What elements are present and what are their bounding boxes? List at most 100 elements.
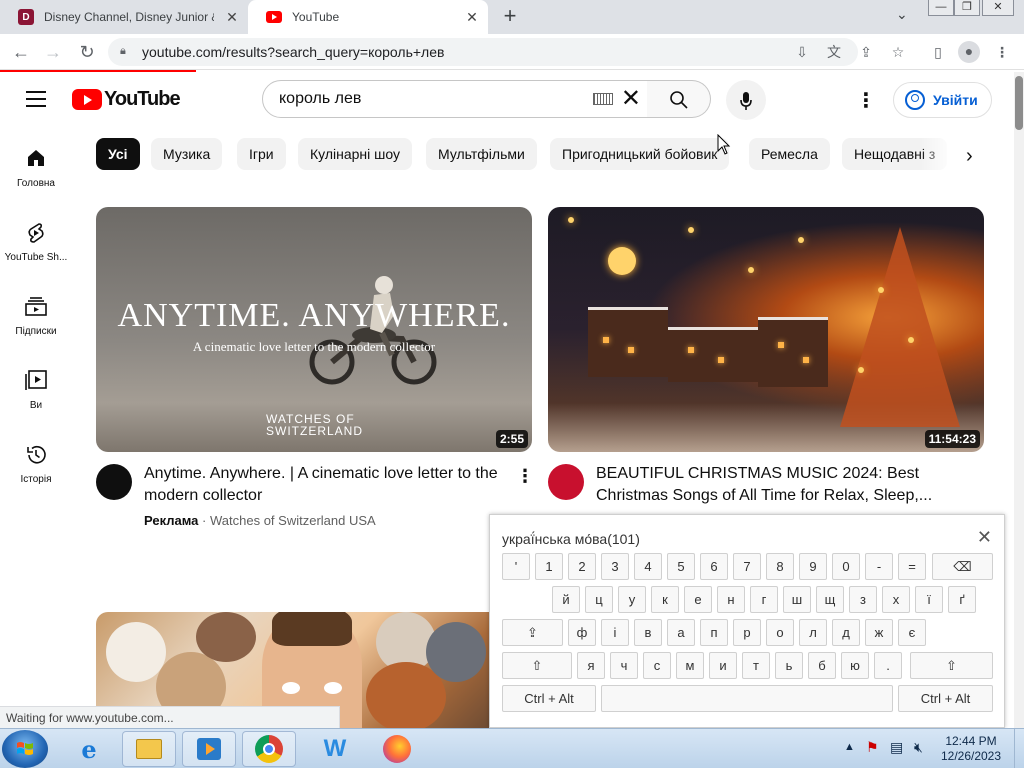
key[interactable]: х bbox=[882, 586, 910, 613]
show-hidden-icons-icon[interactable]: ▲ bbox=[844, 741, 855, 753]
tab-disney[interactable]: D Disney Channel, Disney Junior & ✕ bbox=[0, 0, 248, 34]
chip-cooking-shows[interactable]: Кулінарні шоу bbox=[298, 138, 413, 170]
scrollbar-thumb[interactable] bbox=[1015, 76, 1023, 130]
rail-item-subscriptions[interactable]: Підписки bbox=[0, 296, 72, 337]
tab-youtube[interactable]: YouTube ✕ bbox=[248, 0, 488, 34]
profile-avatar-icon[interactable]: ● bbox=[958, 41, 980, 63]
key[interactable]: г bbox=[750, 586, 778, 613]
channel-avatar[interactable] bbox=[96, 464, 132, 500]
key[interactable]: ь bbox=[775, 652, 803, 679]
key[interactable]: ' bbox=[502, 553, 530, 580]
key[interactable]: щ bbox=[816, 586, 844, 613]
clear-search-icon[interactable]: ✕ bbox=[621, 87, 641, 111]
key[interactable]: 4 bbox=[634, 553, 662, 580]
video-thumbnail-ad[interactable]: ANYTIME. ANYWHERE. A cinematic love lett… bbox=[96, 207, 532, 452]
key[interactable]: ф bbox=[568, 619, 596, 646]
bookmark-star-icon[interactable]: ☆ bbox=[888, 42, 908, 62]
chip-crafts[interactable]: Ремесла bbox=[749, 138, 830, 170]
key[interactable]: у bbox=[618, 586, 646, 613]
rail-item-you[interactable]: Ви bbox=[0, 370, 72, 411]
tab-search-icon[interactable]: ⌄ bbox=[896, 6, 908, 23]
key[interactable]: ю bbox=[841, 652, 869, 679]
ctrl-alt-left-key[interactable]: Ctrl + Alt bbox=[502, 685, 596, 712]
chip-music[interactable]: Музика bbox=[151, 138, 223, 170]
minimize-button[interactable]: — bbox=[928, 0, 954, 16]
chip-all[interactable]: Усі bbox=[96, 138, 140, 170]
key[interactable]: л bbox=[799, 619, 827, 646]
key[interactable]: е bbox=[684, 586, 712, 613]
key[interactable]: ж bbox=[865, 619, 893, 646]
key[interactable]: і bbox=[601, 619, 629, 646]
key[interactable]: о bbox=[766, 619, 794, 646]
key[interactable]: с bbox=[643, 652, 671, 679]
side-panel-icon[interactable]: ▯ bbox=[928, 42, 948, 62]
channel-avatar[interactable] bbox=[548, 464, 584, 500]
youtube-logo[interactable]: YouTube bbox=[72, 88, 181, 111]
key[interactable]: ї bbox=[915, 586, 943, 613]
key[interactable]: ш bbox=[783, 586, 811, 613]
key[interactable]: 9 bbox=[799, 553, 827, 580]
internet-explorer-icon[interactable]: e bbox=[62, 731, 116, 767]
key[interactable]: 0 bbox=[832, 553, 860, 580]
close-window-button[interactable]: ✕ bbox=[982, 0, 1014, 16]
video-thumbnail-christmas[interactable]: 11:54:23 bbox=[548, 207, 984, 452]
rail-item-home[interactable]: Головна bbox=[0, 148, 72, 189]
video-title[interactable]: BEAUTIFUL CHRISTMAS MUSIC 2024: Best Chr… bbox=[596, 463, 976, 507]
key[interactable]: 7 bbox=[733, 553, 761, 580]
key[interactable]: д bbox=[832, 619, 860, 646]
file-explorer-icon[interactable] bbox=[122, 731, 176, 767]
network-icon[interactable]: ▤ bbox=[890, 739, 903, 756]
close-keyboard-icon[interactable]: ✕ bbox=[977, 527, 992, 548]
key[interactable]: - bbox=[865, 553, 893, 580]
key[interactable]: й bbox=[552, 586, 580, 613]
video-title[interactable]: Anytime. Anywhere. | A cinematic love le… bbox=[144, 463, 510, 507]
chip-games[interactable]: Ігри bbox=[237, 138, 286, 170]
key[interactable]: 2 bbox=[568, 553, 596, 580]
show-desktop-button[interactable] bbox=[1014, 729, 1024, 768]
close-tab-icon[interactable]: ✕ bbox=[224, 9, 240, 25]
system-clock[interactable]: 12:44 PM 12/26/2023 bbox=[938, 734, 1004, 764]
space-key[interactable] bbox=[601, 685, 893, 712]
key[interactable]: 6 bbox=[700, 553, 728, 580]
key[interactable]: 3 bbox=[601, 553, 629, 580]
menu-icon[interactable] bbox=[26, 91, 46, 107]
share-icon[interactable]: ⇪ bbox=[856, 42, 876, 62]
rail-item-history[interactable]: Історія bbox=[0, 444, 72, 485]
backspace-key[interactable]: ⌫ bbox=[932, 553, 993, 580]
voice-search-button[interactable] bbox=[726, 80, 766, 120]
caps-lock-key[interactable]: ⇪ bbox=[502, 619, 563, 646]
key[interactable]: 8 bbox=[766, 553, 794, 580]
chip-action-adventure[interactable]: Пригодницький бойовик bbox=[550, 138, 730, 170]
channel-name[interactable]: Watches of Switzerland USA bbox=[210, 513, 376, 528]
key[interactable]: н bbox=[717, 586, 745, 613]
start-button[interactable] bbox=[2, 730, 48, 768]
keyboard-icon[interactable] bbox=[592, 93, 613, 105]
key[interactable]: б bbox=[808, 652, 836, 679]
install-app-icon[interactable]: ⇩ bbox=[792, 42, 812, 62]
key[interactable]: п bbox=[700, 619, 728, 646]
ctrl-alt-right-key[interactable]: Ctrl + Alt bbox=[898, 685, 993, 712]
key[interactable]: ч bbox=[610, 652, 638, 679]
shift-right-key[interactable]: ⇧ bbox=[910, 652, 993, 679]
translate-icon[interactable]: 文 bbox=[824, 42, 844, 62]
key[interactable]: ґ bbox=[948, 586, 976, 613]
media-player-icon[interactable] bbox=[182, 731, 236, 767]
rail-item-shorts[interactable]: YouTube Sh... bbox=[0, 222, 72, 263]
browser-menu-icon[interactable]: ⋮ bbox=[992, 42, 1012, 62]
key[interactable]: в bbox=[634, 619, 662, 646]
key[interactable]: = bbox=[898, 553, 926, 580]
chevron-right-icon[interactable]: › bbox=[966, 145, 973, 168]
more-actions-icon[interactable]: ⋮ bbox=[516, 466, 534, 487]
key[interactable]: ц bbox=[585, 586, 613, 613]
key[interactable]: м bbox=[676, 652, 704, 679]
search-input[interactable]: король лев ✕ bbox=[262, 80, 648, 118]
key[interactable]: є bbox=[898, 619, 926, 646]
page-scrollbar[interactable] bbox=[1014, 72, 1024, 728]
key[interactable]: 1 bbox=[535, 553, 563, 580]
chip-cartoons[interactable]: Мультфільми bbox=[426, 138, 537, 170]
address-bar[interactable]: 🔒︎ youtube.com/results?search_query=коро… bbox=[108, 38, 858, 66]
key[interactable]: р bbox=[733, 619, 761, 646]
close-tab-icon[interactable]: ✕ bbox=[464, 9, 480, 25]
key[interactable]: к bbox=[651, 586, 679, 613]
new-tab-button[interactable]: + bbox=[498, 5, 522, 29]
